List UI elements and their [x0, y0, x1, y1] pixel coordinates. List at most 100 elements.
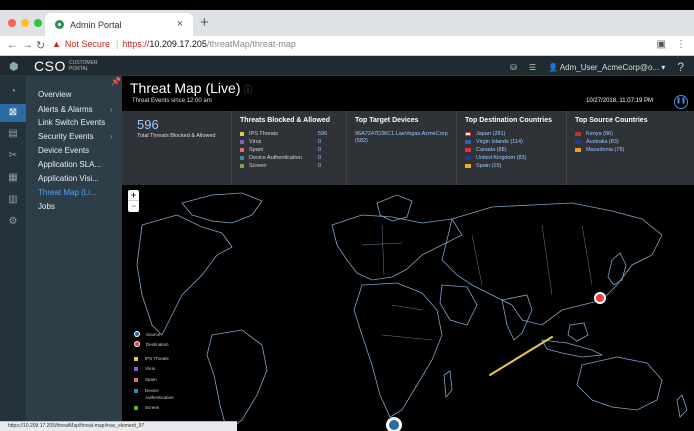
reload-icon[interactable]: ↻ [36, 39, 45, 52]
dest-row[interactable]: Spain (15) [465, 163, 501, 169]
africa-outline [353, 282, 443, 418]
documents-icon[interactable]: ▥ [7, 194, 19, 206]
legend-device-auth-2: Authentication [145, 395, 174, 400]
australia-outline [576, 356, 663, 411]
zoom-controls: + − [128, 190, 139, 212]
info-icon[interactable]: ⓘ [243, 85, 252, 95]
minimize-window-button[interactable] [21, 19, 29, 27]
url-scheme: https:// [122, 39, 150, 49]
sidebar-item-application-sla[interactable]: Application SLA... [38, 160, 101, 169]
sidebar-item-overview[interactable]: Overview [38, 90, 71, 99]
europe-outline [331, 214, 463, 281]
tab-close-icon[interactable]: × [177, 18, 183, 30]
devices-icon[interactable]: ▤ [7, 128, 19, 140]
total-threats-label: Total Threats Blocked & Allowed [137, 133, 216, 139]
zoom-in-button[interactable]: + [128, 190, 139, 201]
back-icon[interactable]: ← [7, 39, 18, 51]
sidebar-item-jobs[interactable]: Jobs [38, 202, 55, 211]
japan-flag-icon [465, 132, 471, 136]
tenant-switch-icon[interactable]: ⛁ [510, 63, 517, 72]
url-field[interactable]: ▲ Not Secure | https:// 10.209.17.205 /t… [52, 39, 296, 49]
threat-row-virus: Virus 0 [240, 139, 321, 145]
new-tab-button[interactable]: + [200, 14, 209, 31]
help-icon[interactable]: ? [677, 60, 684, 74]
sidebar-item-application-visibility[interactable]: Application Visi... [38, 174, 99, 183]
legend-source: Source [134, 331, 160, 337]
threats-blocked-card: Threats Blocked & Allowed IPS Threats 596… [232, 111, 347, 185]
monitor-icon[interactable]: ⊠ [0, 104, 26, 122]
source-marker[interactable] [389, 420, 399, 430]
border-lines [361, 224, 593, 341]
top-source-card: Top Source Countries Kenya (86) Australi… [567, 111, 694, 185]
security-chevron-icon[interactable]: › [110, 132, 113, 141]
tools-icon[interactable]: ✂ [7, 150, 19, 162]
pin-icon[interactable]: 📌 [111, 77, 121, 86]
cso-logo-icon: ⬢ [9, 61, 19, 73]
japan-outline [607, 252, 627, 286]
settings-icon[interactable]: ⚙ [7, 216, 19, 228]
kenya-flag-icon [575, 132, 581, 136]
legend-spam: Spam [134, 377, 157, 382]
arabia-outline [439, 284, 478, 326]
device-count: (582) [355, 138, 368, 144]
pause-button[interactable]: ❚❚ [674, 95, 688, 109]
sidebar-item-threat-map[interactable]: Threat Map (Li... [38, 188, 97, 197]
extension-icon[interactable]: ▣ [657, 39, 666, 50]
spam-swatch [240, 148, 244, 152]
sidebar-item-device-events[interactable]: Device Events [38, 146, 89, 155]
sidebar-item-link-switch-events[interactable]: Link Switch Events [38, 118, 105, 127]
tab-title: Admin Portal [70, 19, 122, 30]
greenland-outline [181, 192, 263, 224]
brand-subtitle: CUSTOMER PORTAL [69, 60, 98, 72]
alerts-chevron-icon[interactable]: › [110, 105, 113, 114]
spain-flag-icon [465, 164, 471, 168]
dest-row[interactable]: Canada (88) [465, 147, 507, 153]
indonesia-outline [541, 339, 604, 358]
reports-icon[interactable]: ▦ [7, 172, 19, 184]
threat-row-device-auth: Device Authentication 0 [240, 155, 321, 161]
brand-sub-line-2: PORTAL [69, 66, 89, 72]
australia-flag-icon [575, 140, 581, 144]
url-host: 10.209.17.205 [149, 39, 207, 49]
url-path: /threatMap/threat-map [206, 39, 296, 49]
src-row[interactable]: Macedonia (79) [575, 147, 624, 153]
south-america-outline [206, 329, 268, 431]
sidebar-menu: 📌 Overview Alerts & Alarms › Link Switch… [26, 76, 122, 431]
app-header: ⬢ CSO CUSTOMER PORTAL ⛁ ☰ 👤 Adm_User_Acm… [0, 56, 694, 76]
menu-kebab-icon[interactable]: ⋮ [676, 39, 686, 50]
top-destination-header: Top Destination Countries [465, 117, 552, 124]
virgin-islands-flag-icon [465, 140, 471, 144]
borneo-outline [567, 322, 589, 342]
dest-row[interactable]: Japan (281) [465, 131, 505, 137]
new-zealand-outline [676, 394, 688, 418]
src-row[interactable]: Australia (83) [575, 139, 619, 145]
dest-row[interactable]: United Kingdom (83) [465, 155, 526, 161]
forward-icon[interactable]: → [22, 39, 33, 51]
zoom-out-button[interactable]: − [128, 201, 139, 212]
browser-actions: ▣ ⋮ [657, 39, 686, 50]
dest-row[interactable]: Virgin Islands (114) [465, 139, 523, 145]
threat-map[interactable]: + − Source Destination IPS Threats Virus… [122, 185, 694, 431]
browser-tab[interactable]: Admin Portal × [45, 13, 193, 36]
virus-swatch [240, 140, 244, 144]
user-menu[interactable]: 👤 Adm_User_AcmeCorp@o... ▾ [548, 63, 665, 72]
warning-icon: ▲ [52, 39, 61, 49]
north-america-outline [136, 214, 233, 336]
total-threats-count: 596 [137, 117, 159, 132]
sidebar-item-alerts-alarms[interactable]: Alerts & Alarms [38, 105, 93, 114]
screen-swatch [240, 164, 244, 168]
sidebar-item-security-events[interactable]: Security Events [38, 132, 94, 141]
destination-marker[interactable] [596, 294, 604, 302]
notifications-icon[interactable]: ☰ [529, 63, 536, 72]
dashboard-icon[interactable]: ◔ [7, 86, 19, 98]
device-link[interactable]: 96A7247D36C1.LaeVegas.AcmeCorp [355, 131, 448, 137]
favicon-icon [55, 20, 64, 29]
src-row[interactable]: Kenya (86) [575, 131, 613, 137]
browser-tab-bar: Admin Portal × + [0, 10, 694, 36]
main-panel: Threat Map (Live) ⓘ Threat Events since 1… [122, 76, 694, 431]
close-window-button[interactable] [8, 19, 16, 27]
zoom-window-button[interactable] [34, 19, 42, 27]
top-destination-card: Top Destination Countries Japan (281) Vi… [457, 111, 567, 185]
window-controls [8, 19, 42, 27]
threat-row-spam: Spam 0 [240, 147, 321, 153]
